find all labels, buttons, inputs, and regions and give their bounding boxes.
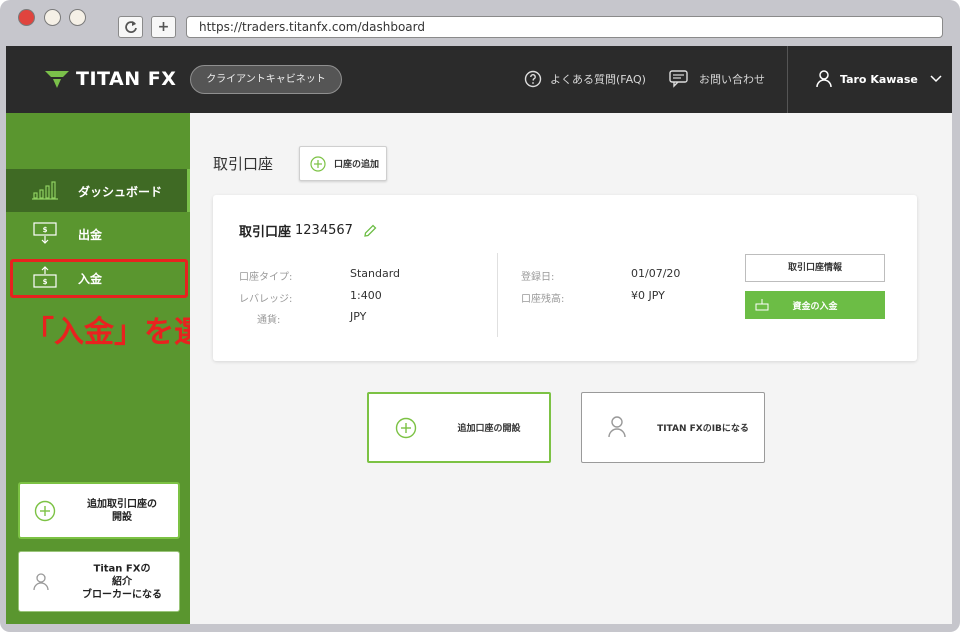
add-account-label: 口座の追加 <box>334 160 380 170</box>
open-account-label: 追加取引口座の 開設 <box>72 498 172 524</box>
logo-text: TITAN FX <box>76 68 177 90</box>
leverage-label: レバレッジ: <box>239 294 293 305</box>
account-title: 取引口座 1234567 <box>239 221 377 240</box>
sidebar-item-label: 出金 <box>78 228 103 242</box>
open-additional-label: 追加口座の開設 <box>457 424 521 434</box>
deposit-highlight-box <box>10 259 188 298</box>
faq-label: よくある質問(FAQ) <box>550 73 646 86</box>
account-type-label: 口座タイプ: <box>239 272 293 283</box>
referral-line: 紹介 <box>112 576 132 587</box>
page-title: 取引口座 <box>213 155 274 173</box>
pencil-edit-icon[interactable] <box>363 224 377 238</box>
sidebar: ダッシュボード $ 出金 $ 入金 「入金」を選択 追加取引口座の 開設 Tit… <box>6 113 234 624</box>
faq-link[interactable]: よくある質問(FAQ) <box>524 70 646 88</box>
plus-circle-icon <box>310 155 326 172</box>
user-name: Taro Kawase <box>840 72 918 86</box>
currency-label: 通貨: <box>257 315 281 326</box>
user-icon <box>33 572 49 590</box>
bar-chart-icon <box>32 181 58 200</box>
close-window-button[interactable] <box>18 9 35 26</box>
contact-label: お問い合わせ <box>699 73 765 86</box>
balance-value: ¥0 JPY <box>631 289 665 302</box>
registered-date-value: 01/07/20 <box>631 267 681 280</box>
deposit-icon <box>755 299 769 311</box>
new-tab-button[interactable]: + <box>151 16 176 38</box>
main-content: 取引口座 口座の追加 取引口座 1234567 口座タイプ: Standard … <box>190 113 952 624</box>
open-additional-account-card[interactable]: 追加取引口座の 開設 <box>18 482 180 539</box>
minimize-window-button[interactable] <box>44 9 61 26</box>
header-divider <box>787 46 788 113</box>
account-title-label: 取引口座 <box>239 225 292 240</box>
sidebar-item-withdraw[interactable]: $ 出金 <box>6 212 190 255</box>
field-divider <box>497 253 498 337</box>
user-menu[interactable]: Taro Kawase <box>816 70 950 88</box>
reload-icon <box>124 21 137 33</box>
top-header: TITAN FX クライアントキャビネット よくある質問(FAQ) お問い合わせ… <box>6 46 952 113</box>
page-viewport: TITAN FX クライアントキャビネット よくある質問(FAQ) お問い合わせ… <box>6 46 952 624</box>
plus-circle-icon <box>395 417 417 439</box>
open-account-line: 追加取引口座の <box>87 498 157 510</box>
currency-value: JPY <box>350 310 367 323</box>
add-account-button[interactable]: 口座の追加 <box>299 146 387 181</box>
client-cabinet-button[interactable]: クライアントキャビネット <box>190 65 342 94</box>
plus-circle-icon <box>34 500 56 521</box>
account-info-button[interactable]: 取引口座情報 <box>745 254 885 282</box>
titanfx-logo[interactable]: TITAN FX <box>44 64 176 94</box>
open-additional-account-button[interactable]: 追加口座の開設 <box>367 392 551 463</box>
become-ib-button[interactable]: TITAN FXのIBになる <box>581 392 765 463</box>
balance-label: 口座残高: <box>521 294 565 305</box>
deposit-funds-button[interactable]: 資金の入金 <box>745 291 885 319</box>
become-ib-label: TITAN FXのIBになる <box>657 424 749 434</box>
deposit-funds-label: 資金の入金 <box>792 301 838 312</box>
question-circle-icon <box>524 70 542 88</box>
account-number: 1234567 <box>295 223 353 238</box>
withdraw-icon: $ <box>33 222 57 244</box>
svg-text:$: $ <box>43 226 48 234</box>
leverage-value: 1:400 <box>350 289 382 302</box>
account-type-value: Standard <box>350 267 401 280</box>
contact-link[interactable]: お問い合わせ <box>669 70 765 88</box>
user-icon <box>608 416 626 438</box>
referral-line: ブローカーになる <box>82 589 162 600</box>
chat-bubble-icon <box>669 70 688 88</box>
registered-date-label: 登録日: <box>521 272 555 283</box>
reload-button[interactable] <box>118 16 143 38</box>
browser-window: + https://traders.titanfx.com/dashboard … <box>0 0 960 632</box>
chevron-down-icon <box>930 75 942 83</box>
trading-account-card: 取引口座 1234567 口座タイプ: Standard レバレッジ: 1:40… <box>213 195 917 361</box>
sidebar-item-label: ダッシュボード <box>78 185 163 199</box>
maximize-window-button[interactable] <box>69 9 86 26</box>
address-bar[interactable]: https://traders.titanfx.com/dashboard <box>186 16 943 38</box>
referral-line: Titan FXの <box>93 563 151 574</box>
user-icon <box>816 70 832 88</box>
become-ib-card[interactable]: Titan FXの 紹介 ブローカーになる <box>18 551 180 612</box>
browser-toolbar: + https://traders.titanfx.com/dashboard <box>0 0 960 46</box>
titan-logo-icon <box>45 71 69 88</box>
open-account-line: 開設 <box>112 511 132 523</box>
referral-label: Titan FXの 紹介 ブローカーになる <box>71 562 173 601</box>
sidebar-item-dashboard[interactable]: ダッシュボード <box>6 169 190 212</box>
